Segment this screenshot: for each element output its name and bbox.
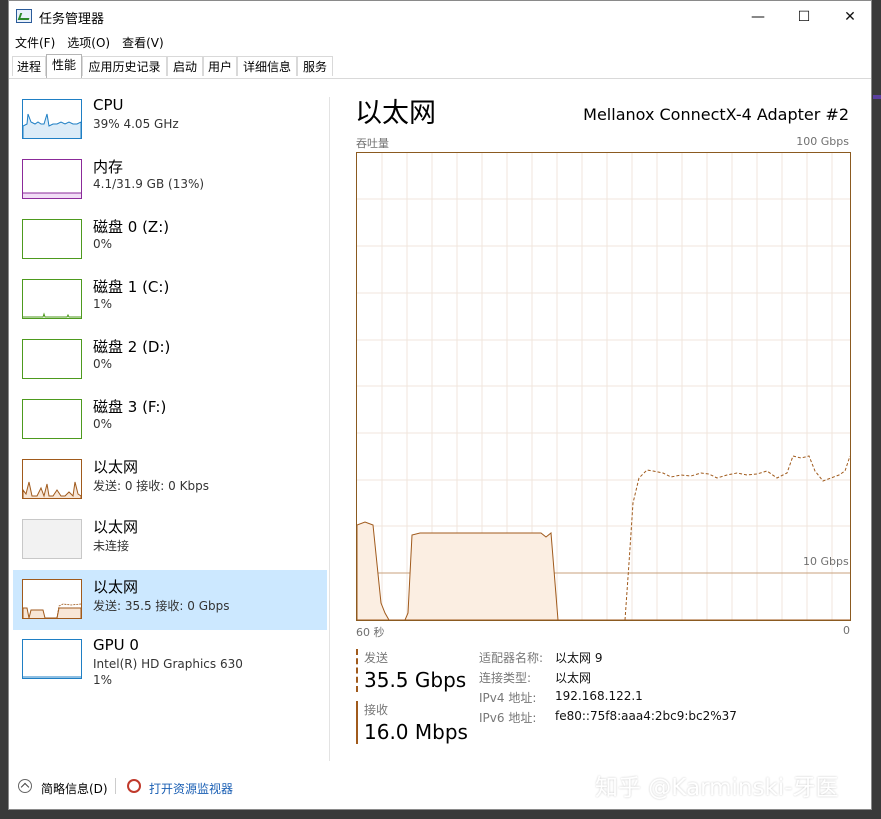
sidebar-item-detail: 发送: 0 接收: 0 Kbps — [93, 479, 209, 493]
sidebar-item-name: 以太网 — [93, 578, 139, 596]
ethernet-thumbnail-graph — [22, 519, 82, 559]
task-manager-window: 任务管理器 — ☐ ✕ 文件(F) 选项(O) 查看(V) 进程 性能 应用历史… — [8, 0, 872, 810]
sidebar-item-gpu-0[interactable]: GPU 0 Intel(R) HD Graphics 630 1% — [13, 630, 327, 690]
tab-services[interactable]: 服务 — [297, 56, 333, 76]
task-manager-icon — [16, 9, 32, 23]
sidebar-item-detail: 发送: 35.5 接收: 0 Gbps — [93, 599, 230, 613]
sidebar-item-detail: 4.1/31.9 GB (13%) — [93, 177, 205, 191]
panel-divider — [329, 97, 330, 761]
send-area — [356, 521, 850, 621]
graph-max-label: 100 Gbps — [796, 135, 849, 148]
tab-bar: 进程 性能 应用历史记录 启动 用户 详细信息 服务 — [9, 54, 871, 79]
tab-app-history[interactable]: 应用历史记录 — [82, 56, 167, 76]
close-button[interactable]: ✕ — [827, 1, 871, 32]
sidebar-item-name: 磁盘 1 (C:) — [93, 278, 170, 296]
menu-bar: 文件(F) 选项(O) 查看(V) — [9, 32, 871, 52]
background-window-edge — [873, 95, 881, 99]
resource-sidebar: CPU 39% 4.05 GHz 内存 4.1/31.9 GB (13%) 磁盘… — [9, 81, 329, 761]
tab-processes[interactable]: 进程 — [12, 56, 46, 76]
ipv6-value: fe80::75f8:aaa4:2bc9:bc2%37 — [555, 709, 737, 723]
sidebar-item-disk-1[interactable]: 磁盘 1 (C:) 1% — [13, 270, 327, 330]
disk-thumbnail-graph — [22, 219, 82, 259]
menu-options[interactable]: 选项(O) — [61, 32, 116, 52]
sidebar-item-name: 内存 — [93, 158, 124, 176]
send-value: 35.5 Gbps — [364, 668, 467, 692]
sidebar-item-detail: 0% — [93, 357, 113, 371]
ethernet-thumbnail-graph — [22, 459, 82, 499]
connection-type-value: 以太网 — [555, 671, 592, 685]
ipv4-value: 192.168.122.1 — [555, 689, 643, 703]
sidebar-item-detail: 1% — [93, 297, 113, 311]
sidebar-item-detail: 39% 4.05 GHz — [93, 117, 179, 131]
footer-separator — [115, 778, 116, 794]
send-label: 发送 — [364, 651, 389, 665]
title-bar: 任务管理器 — ☐ ✕ — [9, 1, 871, 32]
resource-monitor-link[interactable]: 打开资源监视器 — [149, 780, 233, 797]
sidebar-item-name: CPU — [93, 96, 124, 114]
adapter-name-value: 以太网 9 — [555, 651, 603, 665]
brief-info-link[interactable]: 简略信息(D) — [41, 780, 108, 797]
sidebar-item-cpu[interactable]: CPU 39% 4.05 GHz — [13, 90, 327, 150]
disk-thumbnail-graph — [22, 279, 82, 319]
graph-x-right-label: 0 — [843, 624, 850, 637]
ipv6-key: IPv6 地址: — [479, 711, 537, 725]
tab-performance[interactable]: 性能 — [46, 54, 82, 78]
sidebar-item-name: 以太网 — [93, 458, 139, 476]
sidebar-item-disk-2[interactable]: 磁盘 2 (D:) 0% — [13, 330, 327, 390]
sidebar-item-usage: 1% — [93, 673, 113, 687]
window-title: 任务管理器 — [39, 12, 105, 27]
adapter-name: Mellanox ConnectX-4 Adapter #2 — [583, 105, 849, 124]
tab-users[interactable]: 用户 — [203, 56, 237, 76]
sidebar-item-name: 磁盘 2 (D:) — [93, 338, 171, 356]
page-title: 以太网 — [355, 98, 436, 129]
sidebar-item-detail: 未连接 — [93, 539, 130, 553]
receive-line — [624, 455, 851, 621]
disk-thumbnail-graph — [22, 399, 82, 439]
disk-thumbnail-graph — [22, 339, 82, 379]
threshold-label: 10 Gbps — [803, 555, 849, 568]
receive-label: 接收 — [364, 703, 389, 717]
watermark-text: 知乎 @Karminski-牙医 — [595, 775, 839, 801]
connection-type-key: 连接类型: — [479, 671, 532, 685]
menu-view[interactable]: 查看(V) — [116, 32, 170, 52]
receive-value: 16.0 Mbps — [364, 720, 468, 744]
cpu-thumbnail-graph — [22, 99, 82, 139]
sidebar-item-name: 磁盘 3 (F:) — [93, 398, 167, 416]
sidebar-item-detail: Intel(R) HD Graphics 630 — [93, 657, 243, 671]
sidebar-item-ethernet-3[interactable]: 以太网 发送: 35.5 接收: 0 Gbps — [13, 570, 327, 630]
sidebar-item-disk-3[interactable]: 磁盘 3 (F:) 0% — [13, 390, 327, 450]
sidebar-item-name: 磁盘 0 (Z:) — [93, 218, 170, 236]
graph-x-left-label: 60 秒 — [356, 626, 385, 639]
sidebar-item-ethernet-1[interactable]: 以太网 发送: 0 接收: 0 Kbps — [13, 450, 327, 510]
sidebar-item-detail: 0% — [93, 417, 113, 431]
tab-details[interactable]: 详细信息 — [237, 56, 297, 76]
tab-startup[interactable]: 启动 — [167, 56, 203, 76]
throughput-graph — [356, 152, 851, 621]
collapse-chevron-icon[interactable] — [18, 779, 32, 793]
memory-thumbnail-graph — [22, 159, 82, 199]
sidebar-item-detail: 0% — [93, 237, 113, 251]
maximize-button[interactable]: ☐ — [781, 1, 827, 32]
sidebar-item-name: 以太网 — [93, 518, 139, 536]
sidebar-item-disk-0[interactable]: 磁盘 0 (Z:) 0% — [13, 210, 327, 270]
ethernet-thumbnail-graph — [22, 579, 82, 619]
send-stat: 发送 35.5 Gbps — [356, 649, 466, 692]
gpu-thumbnail-graph — [22, 639, 82, 679]
resource-monitor-icon — [127, 779, 141, 793]
sidebar-item-name: GPU 0 — [93, 636, 139, 654]
sidebar-item-memory[interactable]: 内存 4.1/31.9 GB (13%) — [13, 150, 327, 210]
sidebar-item-ethernet-2[interactable]: 以太网 未连接 — [13, 510, 327, 570]
receive-stat: 接收 16.0 Mbps — [356, 701, 468, 744]
adapter-name-key: 适配器名称: — [479, 651, 544, 665]
graph-y-label: 吞吐量 — [356, 137, 389, 150]
ipv4-key: IPv4 地址: — [479, 691, 537, 705]
throughput-graph-canvas — [356, 153, 851, 621]
menu-file[interactable]: 文件(F) — [9, 32, 61, 52]
minimize-button[interactable]: — — [735, 1, 781, 32]
